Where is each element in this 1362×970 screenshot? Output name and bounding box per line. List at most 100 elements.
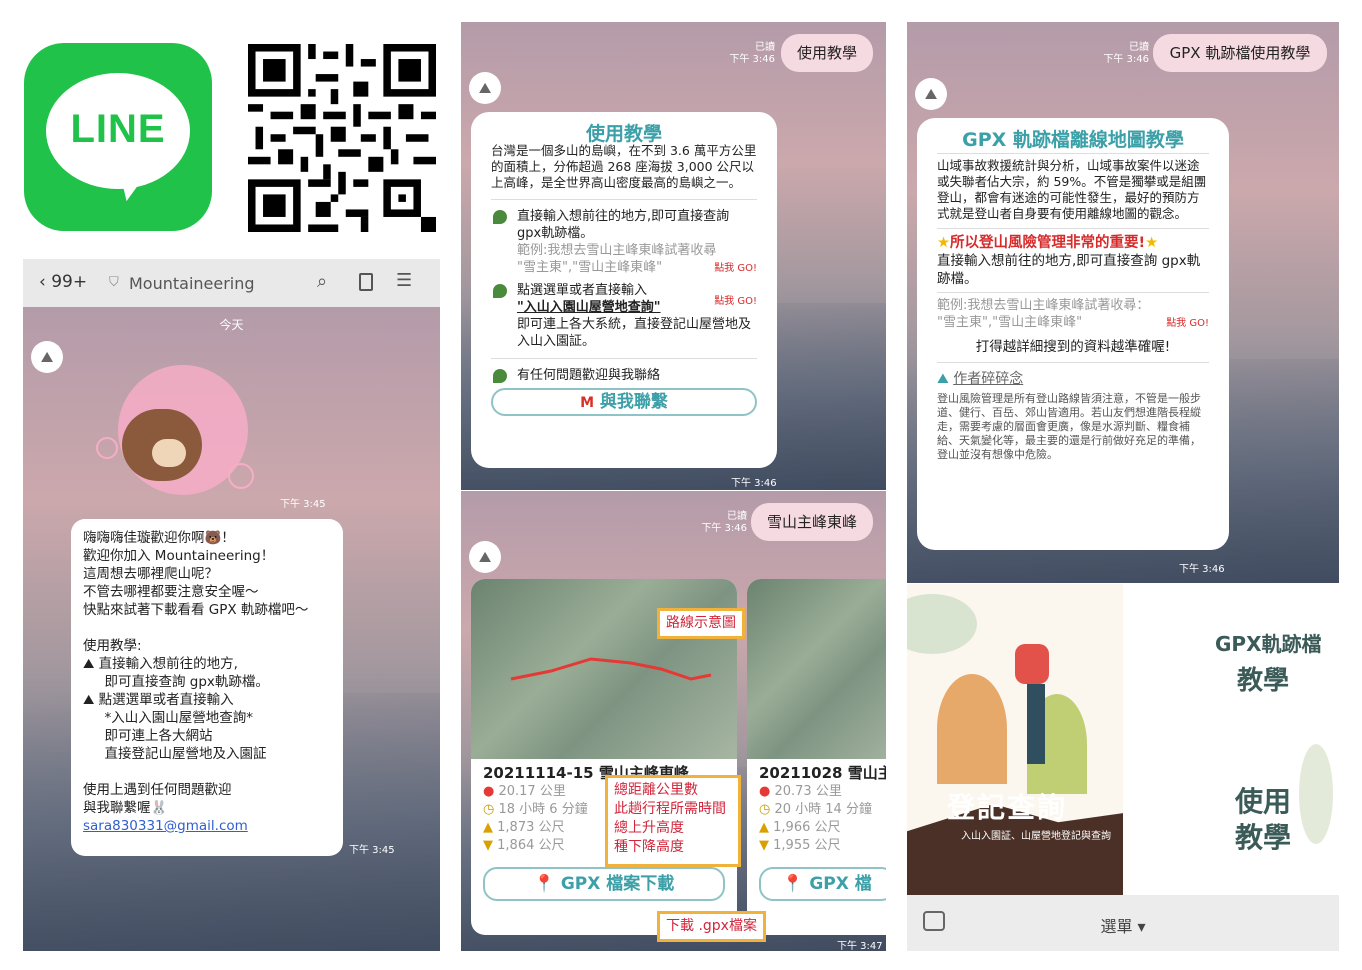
message-line: 快點來試著下載看看 GPX 軌跡檔吧～ [83,602,309,618]
route-map[interactable] [747,579,886,759]
use-label-2: 教學 [1235,821,1292,854]
route-title: 20211028 雪山主 [759,764,886,782]
pin-icon: ● [483,784,495,799]
message-line: 直接登記山屋營地及入園証 [83,746,267,762]
annotation-stats: 總距離公里數 此趟行程所需時間 總上升高度 種下降高度 [605,775,741,867]
menu-footer: 選單 ▾ [907,895,1339,951]
card-intro: 山域事故救援統計與分析，山域事故案件以迷途或失聯者佔大宗，約 59%。不管是獨攀… [937,158,1207,221]
welcome-message: 嗨嗨嗨佳璇歡迎你啊🐻！ 歡迎你加入 Mountaineering！ 這周想去哪裡… [71,519,343,856]
read-receipt: 已讀 下午 3:46 [701,511,747,534]
menu-icon[interactable]: ☰ [396,270,412,291]
route-duration: 18 小時 6 分鐘 [498,802,588,817]
chat-header: ‹ 99+ ⛉ Mountaineering ⌕ ☰ [23,259,440,307]
route-time: 下午 3:47 [837,941,883,951]
gpx-menu-tile[interactable]: GPX軌跡檔 教學 使用 教學 [1123,584,1339,895]
register-title: 登記查詢 [947,791,1068,824]
register-menu-tile[interactable]: 登記查詢 入山入園証、山屋營地登記與查詢 [907,584,1123,895]
clock-icon: ◷ [483,802,495,817]
bot-avatar[interactable]: ⛰ [31,341,63,373]
route-distance: 20.17 公里 [498,784,566,799]
card-time: 下午 3:46 [731,478,777,489]
line-logo-text: LINE [70,107,166,151]
map-pin-icon: 📍 [533,874,555,894]
message-line: 嗨嗨嗨佳璇歡迎你啊🐻！ [83,530,235,546]
message-line: ⛰ 點選選單或者直接輸入 [83,692,234,708]
menu-toggle[interactable]: 選單 ▾ [907,913,1339,937]
route-map[interactable] [471,579,737,759]
sent-message: GPX 軌跡檔使用教學 [1153,34,1327,72]
chat-title: Mountaineering [129,274,255,293]
message-line: 這周想去哪裡爬山呢？ [83,566,218,582]
bot-avatar[interactable]: ⛰ [469,72,501,104]
message-line: 即可直接查詢 gpx軌跡檔。 [83,674,269,690]
ascent-icon: ▲ [483,820,493,835]
bot-avatar[interactable]: ⛰ [915,78,947,110]
leaf-icon [493,284,507,298]
chat-panel-routes: 已讀 下午 3:46 雪山主峰東峰 ⛰ 20211114-15 雪山主峰東峰 ● … [461,491,886,951]
register-subtitle: 入山入園証、山屋營地登記與查詢 [955,826,1117,843]
message-line: *入山入園山屋營地查詢* [83,710,253,726]
annotation-map: 路線示意圖 [657,608,745,639]
tutorial-card: 使用教學 台灣是一個多山的島嶼，在不到 3.6 萬平方公里的面積上，分佈超過 2… [471,112,777,468]
line-logo: LINE [24,43,212,231]
rich-menu-panel: 登記查詢 入山入園証、山屋營地登記與查詢 GPX軌跡檔 教學 使用 教學 選單 … [907,584,1339,951]
email-link[interactable]: sara830331@gmail.com [83,817,331,835]
go-link[interactable]: 點我 GO! [714,293,757,310]
card-title: 使用教學 [585,123,662,145]
bear-sticker[interactable] [96,359,298,509]
contact-button[interactable]: M 與我聯繫 [491,388,757,416]
gpx-card: GPX 軌跡檔離線地圖教學 山域事故救援統計與分析，山域事故案件以迷途或失聯者佔… [917,118,1229,550]
route-descent: 1,864 公尺 [497,838,565,853]
read-receipt: 已讀 下午 3:46 [1103,42,1149,65]
sent-message: 雪山主峰東峰 [751,503,873,541]
card-intro: 台灣是一個多山的島嶼，在不到 3.6 萬平方公里的面積上，分佈超過 268 座海… [491,143,757,190]
date-label: 今天 [219,318,244,332]
message-line: 使用教學: [83,638,142,654]
route-card-2[interactable]: 20211028 雪山主 ● 20.73 公里 ◷ 20 小時 14 分鐘 ▲ … [747,579,886,935]
route-distance: 20.73 公里 [774,784,842,799]
use-label-1: 使用 [1235,785,1292,818]
read-receipt: 已讀 下午 3:46 [729,42,775,65]
back-button[interactable]: ‹ 99+ [39,272,87,292]
gmail-icon: M [580,395,594,411]
route-descent: 1,955 公尺 [773,838,841,853]
message-line: 與我聯繫喔🐰 [83,800,168,816]
message-line: 使用上遇到任何問題歡迎 [83,782,232,798]
route-ascent: 1,966 公尺 [773,820,841,835]
route-duration: 20 小時 14 分鐘 [774,802,872,817]
card-time: 下午 3:46 [1179,564,1225,575]
gpx-download-button[interactable]: 📍 GPX 檔 [759,867,886,901]
leaf-icon [493,210,507,224]
message-line: 即可連上各大網站 [83,728,213,744]
star-icon: ★ [937,235,950,251]
message-line: 歡迎你加入 Mountaineering！ [83,548,275,564]
search-icon[interactable]: ⌕ [317,271,327,292]
tip: 打得越詳細搜到的資料越準確喔! [975,339,1171,355]
bot-avatar[interactable]: ⛰ [469,541,501,573]
tutorial-item-register: 點選選單或者直接輸入 "入山入園山屋營地查詢" 點我 GO! 即可連上各大系統，直… [491,282,757,350]
annotation-download: 下載 .gpx檔案 [657,911,766,942]
notes-icon[interactable] [359,273,373,291]
tutorial-item-contact: 有任何問題歡迎與我聯絡 [491,367,757,384]
emphasis: ★所以登山風險管理非常的重要!★ [937,235,1159,251]
gpx-download-button[interactable]: 📍 GPX 檔案下載 [483,867,725,901]
sent-message: 使用教學 [781,34,873,72]
route-ascent: 1,873 公尺 [497,820,565,835]
qr-code[interactable] [248,44,436,232]
note-title: ⛰ 作者碎碎念 [937,371,1024,387]
go-link[interactable]: 點我 GO! [1166,315,1209,332]
note-body: 登山風險管理是所有登山路線皆須注意，不管是一般步道、健行、百岳、郊山皆適用。若山… [937,392,1201,461]
route-line [510,657,712,681]
chat-panel-gpx: 已讀 下午 3:46 GPX 軌跡檔使用教學 ⛰ GPX 軌跡檔離線地圖教學 山域… [907,22,1339,583]
card-title: GPX 軌跡檔離線地圖教學 [962,129,1184,151]
leaf-icon [493,369,507,383]
message-time: 下午 3:45 [349,845,395,856]
card-line: 直接輸入想前往的地方,即可直接查詢 gpx軌跡檔。 [937,253,1201,287]
star-icon: ★ [1145,235,1159,251]
tutorial-item-search: 直接輸入想前往的地方,即可直接查詢 gpx軌跡檔。 範例:我想去雪山主峰東峰試著… [491,208,757,276]
shield-icon: ⛉ [109,275,119,290]
message-line: 不管去哪裡都要注意安全喔～ [83,584,259,600]
descent-icon: ▼ [483,838,493,853]
go-link[interactable]: 點我 GO! [714,260,757,277]
chat-panel-welcome: ‹ 99+ ⛉ Mountaineering ⌕ ☰ 今天 ⛰ 下午 3:45 … [23,259,440,951]
